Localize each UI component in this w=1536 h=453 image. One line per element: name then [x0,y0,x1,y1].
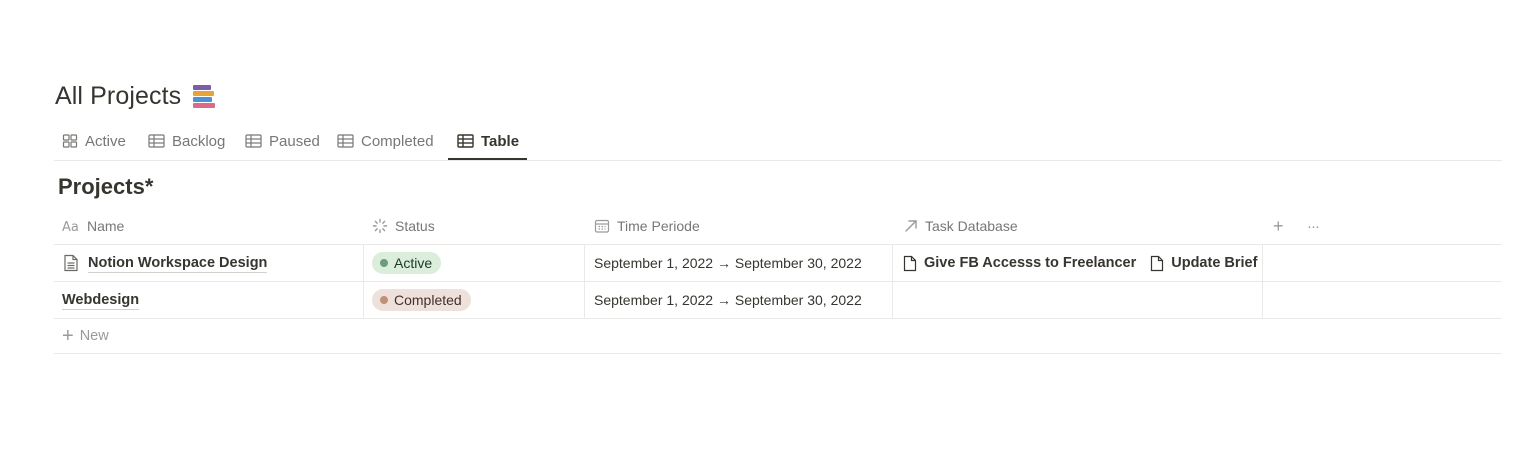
table-icon [337,133,354,149]
active-tab-indicator [448,158,527,160]
column-header-status[interactable]: Status [372,208,582,244]
table-header: Aa Name Status Time Periode Task Databas… [54,208,1502,245]
status-badge[interactable]: Active [372,252,442,274]
more-options-button[interactable]: ··· [1307,208,1320,244]
new-row: + New [54,318,1502,354]
relation-label: Update Brief [1171,255,1258,271]
name-cell[interactable]: Webdesign [62,282,140,318]
task-database-cell[interactable]: Give FB Accesss to Freelancer Update Bri… [903,245,1265,281]
board-icon [62,133,78,149]
column-divider [1262,282,1263,318]
status-label: Completed [394,292,462,308]
page-title: All Projects [55,81,182,110]
tab-active[interactable]: Active [62,124,126,158]
column-header-task-database[interactable]: Task Database [904,208,1264,244]
tab-backlog[interactable]: Backlog [148,124,225,158]
date-range: September 1, 2022 → September 30, 2022 [594,292,862,308]
table-icon [245,133,262,149]
status-cell[interactable]: Active [372,245,442,281]
project-name[interactable]: Notion Workspace Design [88,254,268,273]
column-divider [584,245,585,281]
page-icon [903,255,917,272]
plus-icon: + [62,324,74,347]
svg-text:Aa: Aa [62,220,79,233]
task-database-cell[interactable] [903,282,1261,318]
status-badge[interactable]: Completed [372,289,471,311]
name-cell[interactable]: Notion Workspace Design [63,245,268,281]
status-icon [372,218,388,234]
text-property-icon: Aa [62,219,80,233]
status-dot [380,259,388,267]
column-divider [584,282,585,318]
column-divider [363,245,364,281]
tab-label: Active [85,132,126,150]
tab-completed[interactable]: Completed [337,124,434,158]
relation-list: Give FB Accesss to Freelancer Update Bri… [903,255,1265,272]
column-header-label: Status [395,218,435,234]
tab-paused[interactable]: Paused [245,124,320,158]
column-divider [892,282,893,318]
page-icon [1150,255,1164,272]
time-period-cell[interactable]: September 1, 2022 → September 30, 2022 [594,282,862,318]
add-column-button[interactable]: + [1273,208,1284,244]
status-label: Active [394,255,433,271]
tab-table[interactable]: Table [457,124,519,158]
tab-label: Completed [361,132,434,150]
table-icon [457,133,474,149]
view-tabs: Active Backlog Paused Completed Table [54,124,1502,161]
books-emoji-icon[interactable] [191,83,217,109]
new-row-label: New [79,327,109,344]
page: All Projects Active Backlog Paused Compl… [0,0,1536,453]
column-divider [1262,245,1263,281]
table-icon [148,133,165,149]
column-header-label: Task Database [925,218,1018,234]
page-icon [63,254,79,272]
table-row[interactable]: Notion Workspace Design Active September… [54,245,1502,282]
column-header-label: Time Periode [617,218,700,234]
column-header-time-periode[interactable]: Time Periode [594,208,894,244]
relation-item[interactable]: Update Brief [1150,255,1257,272]
relation-item[interactable]: Give FB Accesss to Freelancer [903,255,1136,272]
column-header-label: Name [87,218,125,234]
relation-label: Give FB Accesss to Freelancer [924,255,1137,271]
new-row-button[interactable]: + New [62,326,109,346]
status-cell[interactable]: Completed [372,282,471,318]
table-row[interactable]: Webdesign Completed September 1, 2022 → … [54,282,1502,319]
time-period-cell[interactable]: September 1, 2022 → September 30, 2022 [594,245,862,281]
relation-arrow-icon [904,219,918,233]
column-divider [892,245,893,281]
database-title[interactable]: Projects* [58,174,153,200]
status-dot [380,296,388,304]
tab-label: Paused [269,132,320,150]
date-range: September 1, 2022 → September 30, 2022 [594,255,862,271]
title-row: All Projects [55,78,217,114]
column-divider [363,282,364,318]
calendar-icon [594,218,610,234]
project-name[interactable]: Webdesign [62,291,140,310]
tab-label: Table [481,132,520,150]
tab-label: Backlog [172,132,226,150]
column-header-name[interactable]: Aa Name [62,208,362,244]
